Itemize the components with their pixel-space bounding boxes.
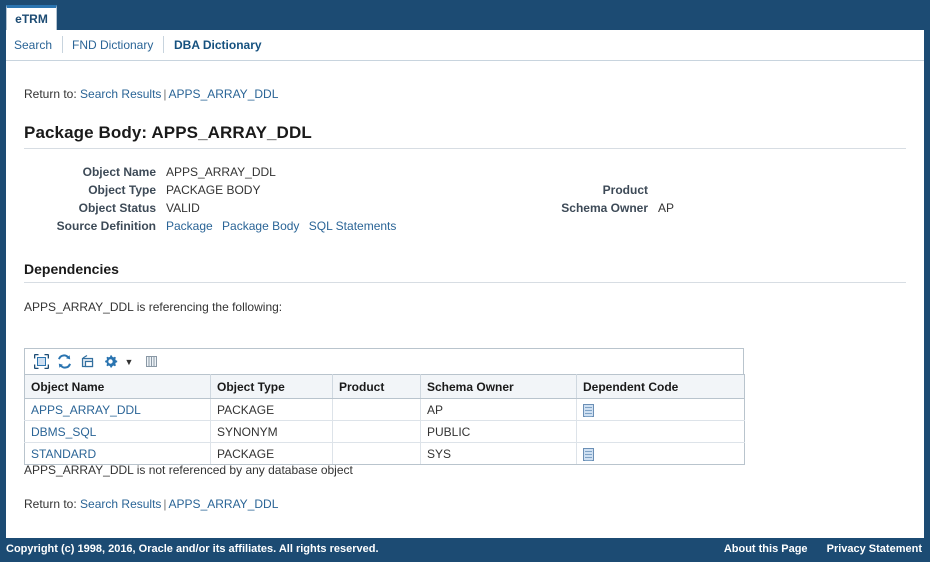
row-object-link[interactable]: DBMS_SQL	[31, 425, 96, 439]
return-to-top: Return to: Search Results | APPS_ARRAY_DDL	[24, 87, 278, 101]
prop-label-source-definition: Source Definition	[56, 219, 156, 233]
subtab-divider-1	[62, 36, 63, 53]
cell-object-type: PACKAGE	[210, 398, 333, 421]
cell-schema-owner: SYS	[420, 442, 577, 465]
content-canvas: Search FND Dictionary DBA Dictionary Ret…	[6, 30, 924, 538]
return-to-top-search-results-link[interactable]: Search Results	[80, 87, 161, 101]
about-this-page-link[interactable]: About this Page	[724, 543, 808, 555]
columns-icon[interactable]	[141, 352, 161, 372]
dependent-code-document-icon[interactable]	[583, 403, 594, 417]
subtab-search[interactable]: Search	[14, 38, 52, 52]
table-row[interactable]: APPS_ARRAY_DDL PACKAGE AP	[24, 398, 745, 421]
prop-value-source-definition: Package Package Body SQL Statements	[166, 219, 396, 233]
row-object-link[interactable]: APPS_ARRAY_DDL	[31, 403, 141, 417]
cell-product	[332, 442, 421, 465]
caret-down-icon[interactable]: ▼	[123, 352, 135, 372]
return-to-bottom-label: Return to:	[24, 497, 77, 511]
subtab-dba-dictionary[interactable]: DBA Dictionary	[174, 38, 262, 52]
table-row[interactable]: STANDARD PACKAGE SYS	[24, 442, 745, 465]
return-to-bottom-separator: |	[163, 497, 167, 511]
cell-dependent-code	[576, 420, 745, 443]
column-header-object-name[interactable]: Object Name	[24, 374, 211, 399]
cell-dependent-code	[576, 398, 745, 421]
row-object-link[interactable]: STANDARD	[31, 447, 96, 461]
dependent-code-document-icon[interactable]	[583, 447, 594, 461]
source-definition-package-body-link[interactable]: Package Body	[222, 219, 299, 233]
prop-label-product: Product	[602, 183, 648, 197]
column-header-object-type[interactable]: Object Type	[210, 374, 333, 399]
dependencies-table-widget: ▼ Object Name Object Type Product Schema…	[24, 348, 745, 465]
global-tab-bar: eTRM	[0, 0, 930, 31]
prop-label-object-name: Object Name	[82, 165, 156, 179]
column-header-product[interactable]: Product	[332, 374, 421, 399]
prop-value-schema-owner: AP	[658, 201, 675, 215]
prop-value-object-type: PACKAGE BODY	[166, 183, 261, 197]
gear-icon[interactable]	[100, 352, 120, 372]
dependencies-referencing-note: APPS_ARRAY_DDL is referencing the follow…	[24, 300, 283, 314]
source-definition-package-link[interactable]: Package	[166, 219, 213, 233]
prop-label-object-type: Object Type	[88, 183, 156, 197]
cell-object-name: DBMS_SQL	[24, 420, 211, 443]
cell-product	[332, 420, 421, 443]
cell-dependent-code	[576, 442, 745, 465]
cell-product	[332, 398, 421, 421]
cell-object-name: STANDARD	[24, 442, 211, 465]
detach-icon[interactable]	[31, 352, 51, 372]
cell-schema-owner: AP	[420, 398, 577, 421]
section-title-dependencies: Dependencies	[24, 261, 119, 277]
sub-tab-bar: Search FND Dictionary DBA Dictionary	[6, 30, 924, 61]
privacy-statement-link[interactable]: Privacy Statement	[827, 543, 922, 555]
return-to-bottom-object-link[interactable]: APPS_ARRAY_DDL	[169, 497, 279, 511]
application-frame: eTRM Search FND Dictionary DBA Dictionar…	[0, 0, 930, 562]
dependencies-table-toolbar: ▼	[24, 348, 744, 374]
prop-label-schema-owner: Schema Owner	[561, 201, 648, 215]
table-row[interactable]: DBMS_SQL SYNONYM PUBLIC	[24, 420, 745, 443]
return-to-top-label: Return to:	[24, 87, 77, 101]
prop-value-object-name: APPS_ARRAY_DDL	[166, 165, 276, 179]
footer-links: About this Page Privacy Statement	[708, 543, 922, 555]
prop-label-object-status: Object Status	[78, 201, 156, 215]
dependencies-referenced-note: APPS_ARRAY_DDL is not referenced by any …	[24, 463, 353, 477]
tab-etrm[interactable]: eTRM	[6, 5, 57, 31]
cell-object-type: SYNONYM	[210, 420, 333, 443]
return-to-top-object-link[interactable]: APPS_ARRAY_DDL	[169, 87, 279, 101]
page-footer: Copyright (c) 1998, 2016, Oracle and/or …	[0, 538, 930, 562]
prop-value-object-status: VALID	[166, 201, 200, 215]
cell-object-name: APPS_ARRAY_DDL	[24, 398, 211, 421]
subtab-fnd-dictionary[interactable]: FND Dictionary	[72, 38, 153, 52]
export-icon[interactable]	[77, 352, 97, 372]
table-header-row: Object Name Object Type Product Schema O…	[24, 374, 745, 399]
cell-schema-owner: PUBLIC	[420, 420, 577, 443]
column-header-dependent-code[interactable]: Dependent Code	[576, 374, 745, 399]
column-header-schema-owner[interactable]: Schema Owner	[420, 374, 577, 399]
copyright-text: Copyright (c) 1998, 2016, Oracle and/or …	[6, 543, 379, 555]
return-to-bottom: Return to: Search Results | APPS_ARRAY_DDL	[24, 497, 278, 511]
page-title: Package Body: APPS_ARRAY_DDL	[24, 123, 312, 142]
subtab-divider-2	[163, 36, 164, 53]
refresh-icon[interactable]	[54, 352, 74, 372]
page-title-rule	[24, 148, 906, 149]
dependencies-rule	[24, 282, 906, 283]
return-to-bottom-search-results-link[interactable]: Search Results	[80, 497, 161, 511]
cell-object-type: PACKAGE	[210, 442, 333, 465]
source-definition-sql-statements-link[interactable]: SQL Statements	[309, 219, 397, 233]
return-to-top-separator: |	[163, 87, 167, 101]
dependencies-table: Object Name Object Type Product Schema O…	[24, 374, 745, 465]
